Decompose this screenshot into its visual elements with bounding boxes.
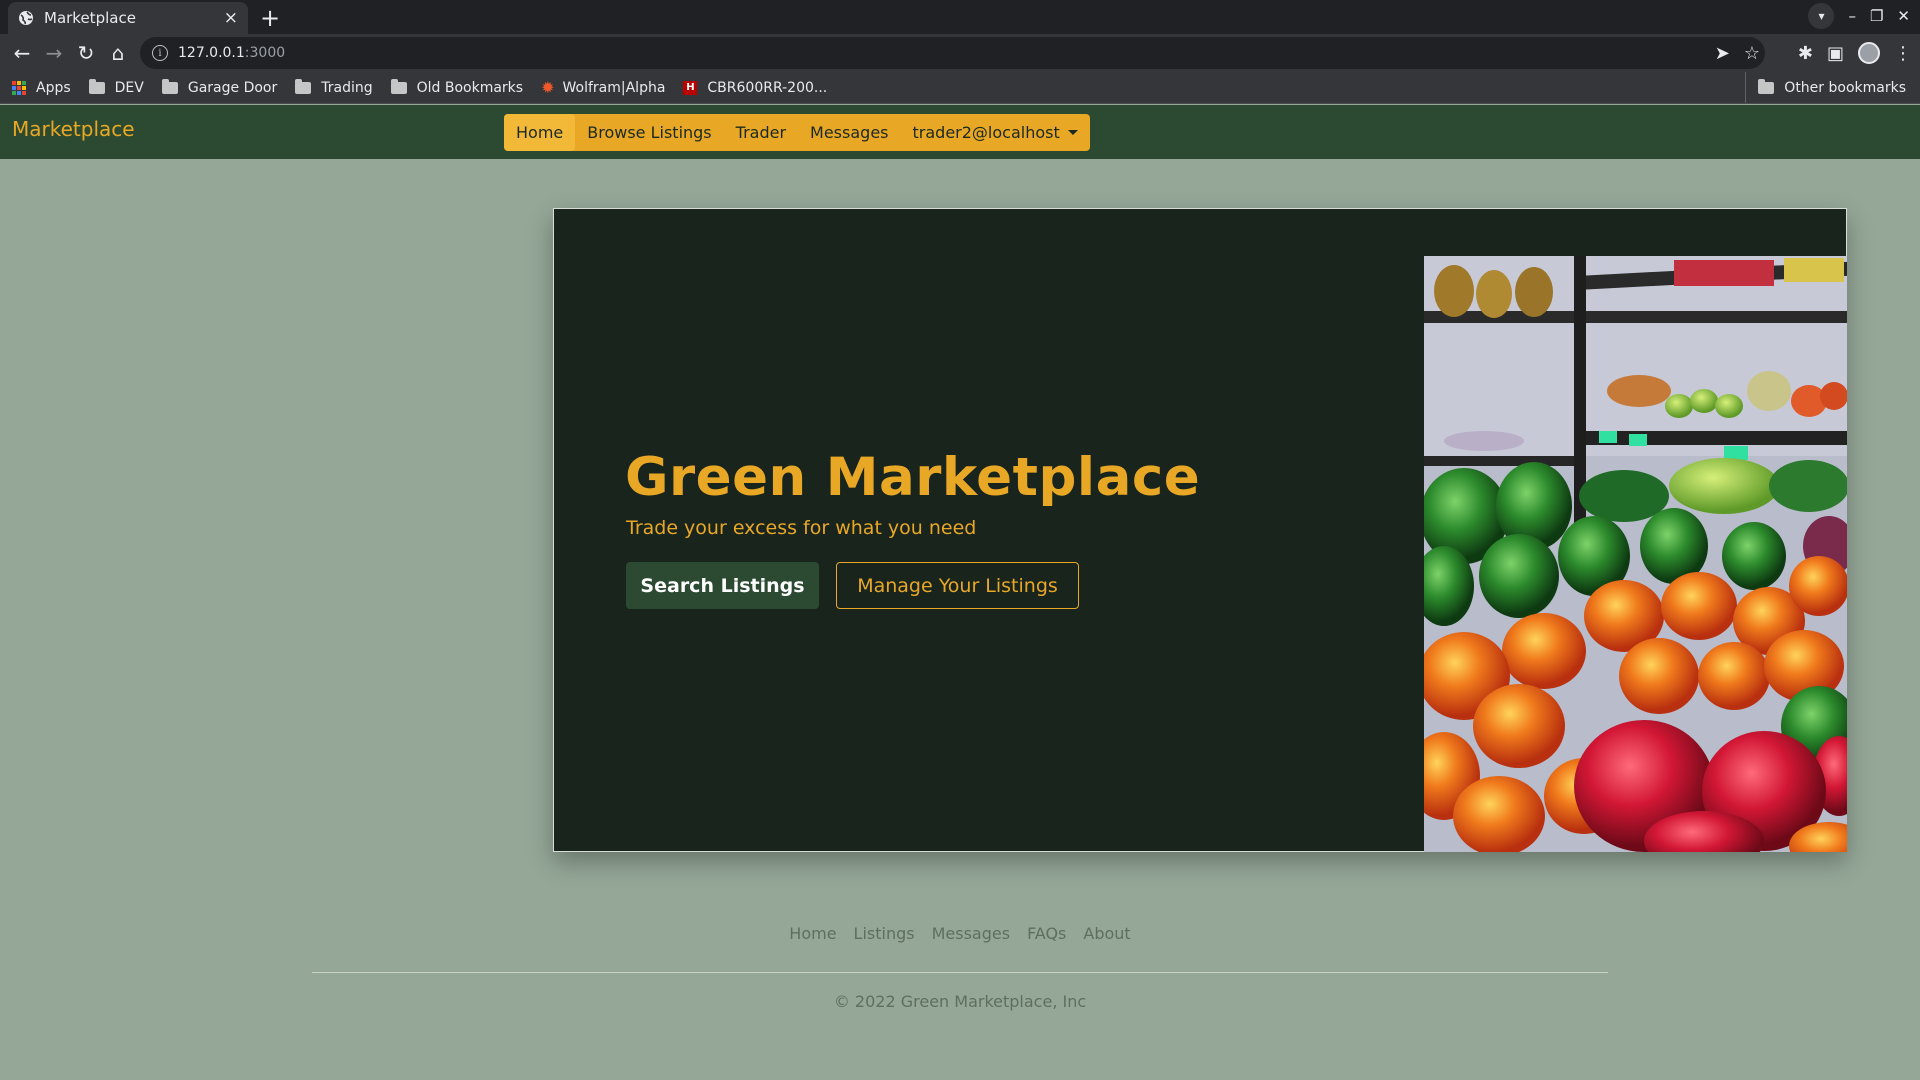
tab-close-icon[interactable]: × xyxy=(224,8,238,28)
produce-photo xyxy=(1424,256,1847,852)
reload-icon[interactable]: ↻ xyxy=(70,37,102,69)
tab-title: Marketplace xyxy=(44,9,136,27)
side-panel-icon[interactable]: ▣ xyxy=(1827,43,1844,64)
extensions-icon[interactable]: ✱ xyxy=(1798,43,1813,64)
caret-down-icon xyxy=(1067,130,1078,135)
footer-divider xyxy=(312,972,1608,973)
folder-icon xyxy=(1758,78,1775,94)
bookmark-label: Trading xyxy=(321,79,373,96)
bookmarks-bar: Apps DEV Garage Door Trading Old Bookmar… xyxy=(0,72,1920,104)
bookmark-label: CBR600RR-200... xyxy=(707,79,828,96)
footer-nav: Home Listings Messages FAQs About xyxy=(0,924,1920,943)
tab-search-icon[interactable]: ▾ xyxy=(1808,3,1835,29)
main-nav: Home Browse Listings Trader Messages tra… xyxy=(504,114,1090,151)
hero-subtitle: Trade your excess for what you need xyxy=(626,517,977,539)
cbr-icon: H xyxy=(683,80,698,95)
other-bookmarks-label: Other bookmarks xyxy=(1784,79,1906,96)
user-menu-dropdown[interactable]: trader2@localhost xyxy=(901,114,1090,151)
hero-title: Green Marketplace xyxy=(625,447,1201,508)
back-icon[interactable]: ← xyxy=(6,37,38,69)
menu-kebab-icon[interactable]: ⋮ xyxy=(1894,43,1912,64)
minimize-icon[interactable]: – xyxy=(1848,7,1856,25)
omnibox-actions: ➤ ☆ xyxy=(1715,37,1760,69)
url-port: :3000 xyxy=(244,45,286,61)
footer-link-faqs[interactable]: FAQs xyxy=(1027,924,1066,943)
address-bar[interactable]: i 127.0.0.1:3000 xyxy=(140,37,1765,69)
folder-icon xyxy=(161,78,178,94)
toolbar-actions: ✱ ▣ ⋮ xyxy=(1798,37,1912,69)
browser-tabstrip: Marketplace × + ▾ – ❐ ✕ xyxy=(0,0,1920,34)
home-icon[interactable]: ⌂ xyxy=(102,37,134,69)
browser-tab[interactable]: Marketplace × xyxy=(8,2,248,34)
bookmark-old-bookmarks[interactable]: Old Bookmarks xyxy=(390,78,524,96)
site-info-icon[interactable]: i xyxy=(152,45,168,61)
folder-icon xyxy=(390,78,407,94)
footer-link-listings[interactable]: Listings xyxy=(854,924,915,943)
forward-icon[interactable]: → xyxy=(38,37,70,69)
url-host: 127.0.0.1 xyxy=(178,45,245,61)
user-email: trader2@localhost xyxy=(912,123,1060,142)
copyright-text: © 2022 Green Marketplace, Inc xyxy=(833,992,1087,1011)
bookmark-label: DEV xyxy=(114,79,144,96)
bookmark-label: Apps xyxy=(36,79,71,96)
wolfram-icon: ✹ xyxy=(541,78,555,97)
new-tab-button[interactable]: + xyxy=(256,4,284,32)
browser-toolbar: ← → ↻ ⌂ i 127.0.0.1:3000 ➤ ☆ ✱ ▣ ⋮ xyxy=(0,34,1920,72)
bookmark-cbr600rr[interactable]: H CBR600RR-200... xyxy=(683,80,827,96)
footer-link-about[interactable]: About xyxy=(1083,924,1130,943)
bookmark-apps[interactable]: Apps xyxy=(12,80,71,96)
bookmark-dev[interactable]: DEV xyxy=(88,78,144,96)
nav-trader[interactable]: Trader xyxy=(724,114,798,151)
bookmark-garage-door[interactable]: Garage Door xyxy=(161,78,278,96)
manage-listings-button[interactable]: Manage Your Listings xyxy=(836,562,1079,609)
bookmark-label: Wolfram|Alpha xyxy=(562,79,666,96)
profile-avatar-icon[interactable] xyxy=(1858,42,1880,64)
send-icon[interactable]: ➤ xyxy=(1715,43,1730,64)
other-bookmarks[interactable]: Other bookmarks xyxy=(1745,72,1906,103)
bookmark-label: Old Bookmarks xyxy=(416,79,524,96)
globe-icon xyxy=(19,11,33,25)
window-controls: ▾ – ❐ ✕ xyxy=(1808,3,1910,29)
nav-home[interactable]: Home xyxy=(504,114,576,151)
folder-icon xyxy=(88,78,105,94)
bookmark-trading[interactable]: Trading xyxy=(295,78,373,96)
folder-icon xyxy=(295,78,312,94)
site-navbar: Marketplace Home Browse Listings Trader … xyxy=(0,105,1920,159)
restore-icon[interactable]: ❐ xyxy=(1870,7,1883,25)
nav-messages[interactable]: Messages xyxy=(798,114,900,151)
brand-link[interactable]: Marketplace xyxy=(12,117,135,141)
bookmark-star-icon[interactable]: ☆ xyxy=(1744,43,1760,64)
close-window-icon[interactable]: ✕ xyxy=(1897,7,1910,25)
bookmark-label: Garage Door xyxy=(187,79,278,96)
footer-link-home[interactable]: Home xyxy=(789,924,836,943)
apps-grid-icon xyxy=(12,80,26,95)
nav-browse-listings[interactable]: Browse Listings xyxy=(575,114,723,151)
bookmark-wolfram-alpha[interactable]: ✹ Wolfram|Alpha xyxy=(541,78,665,97)
search-listings-button[interactable]: Search Listings xyxy=(626,562,819,609)
footer-link-messages[interactable]: Messages xyxy=(932,924,1010,943)
hero-card: Green Marketplace Trade your excess for … xyxy=(553,208,1847,852)
